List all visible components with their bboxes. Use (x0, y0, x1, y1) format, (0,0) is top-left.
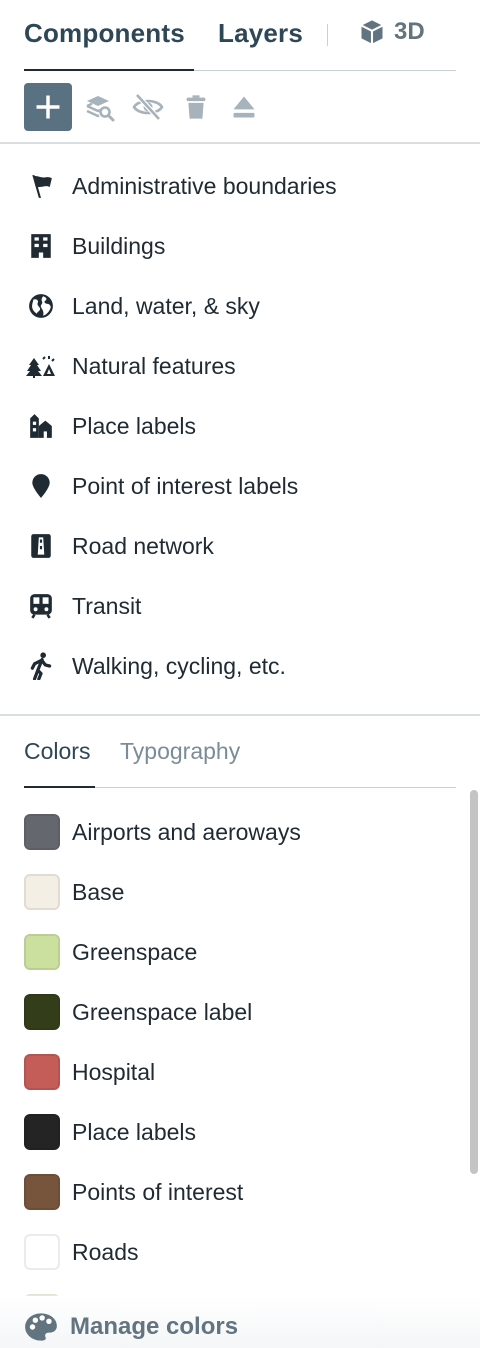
hide-button[interactable] (128, 87, 168, 127)
tab-layers[interactable]: Layers (218, 18, 303, 49)
color-swatch[interactable] (24, 874, 60, 910)
trash-icon (186, 95, 206, 119)
palette-icon (25, 1313, 57, 1341)
scrollbar-thumb[interactable] (470, 790, 478, 1174)
component-label: Place labels (72, 412, 197, 439)
color-label: Base (72, 878, 125, 905)
component-item-poi-labels[interactable]: Point of interest labels (24, 456, 456, 516)
component-label: Point of interest labels (72, 472, 299, 499)
style-tabs: Colors Typography (24, 736, 456, 790)
component-item-walking-cycling[interactable]: Walking, cycling, etc. (24, 636, 456, 696)
color-label: Points of interest (72, 1178, 244, 1205)
color-item-airports[interactable]: Airports and aeroways (24, 802, 444, 862)
header-tabs: Components Layers 3D (24, 0, 456, 72)
color-item-hospital[interactable]: Hospital (24, 1042, 444, 1102)
tab-typography[interactable]: Typography (120, 738, 240, 765)
color-label: Hospital (72, 1058, 156, 1085)
component-label: Land, water, & sky (72, 292, 260, 319)
component-item-admin-boundaries[interactable]: Administrative boundaries (24, 156, 456, 216)
pedestrian-icon (24, 649, 58, 683)
color-swatch[interactable] (24, 934, 60, 970)
color-label: Roads (72, 1238, 139, 1265)
tab-3d[interactable]: 3D (358, 18, 425, 46)
building-icon (24, 229, 58, 263)
manage-colors-label: Manage colors (70, 1313, 239, 1340)
color-swatch[interactable] (24, 814, 60, 850)
pin-icon (24, 469, 58, 503)
tab-3d-label: 3D (394, 18, 425, 45)
eject-icon (233, 96, 255, 118)
color-swatch[interactable] (24, 1234, 60, 1270)
section-divider (0, 142, 480, 144)
color-swatch[interactable] (24, 1114, 60, 1150)
cube-icon (361, 20, 383, 44)
color-item-points-of-interest[interactable]: Points of interest (24, 1162, 444, 1222)
color-swatch[interactable] (24, 994, 60, 1030)
component-item-road-network[interactable]: Road network (24, 516, 456, 576)
road-icon (24, 529, 58, 563)
color-item-roads[interactable]: Roads (24, 1222, 444, 1282)
color-label: Place labels (72, 1118, 197, 1145)
color-swatch[interactable] (24, 1174, 60, 1210)
eye-off-icon (132, 93, 164, 121)
tab-components[interactable]: Components (24, 18, 185, 49)
layers-search-icon (86, 96, 115, 122)
town-icon (24, 409, 58, 443)
component-label: Road network (72, 532, 214, 559)
components-list: Administrative boundaries Buildings Land… (24, 156, 456, 696)
tab-colors[interactable]: Colors (24, 738, 90, 765)
color-item-greenspace[interactable]: Greenspace (24, 922, 444, 982)
trees-mountain-icon (24, 349, 58, 383)
inspect-layers-button[interactable] (80, 87, 120, 127)
component-label: Transit (72, 592, 142, 619)
colors-scroll-area[interactable]: Airports and aeroways Base Greenspace Gr… (0, 792, 480, 1298)
flag-icon (24, 169, 58, 203)
component-item-place-labels[interactable]: Place labels (24, 396, 456, 456)
component-item-buildings[interactable]: Buildings (24, 216, 456, 276)
plus-icon (36, 95, 60, 119)
tab-separator (327, 24, 328, 46)
section-divider (0, 714, 480, 716)
color-label: Greenspace (72, 938, 198, 965)
colors-scrollbar[interactable] (468, 790, 480, 1298)
color-label: Greenspace label (72, 998, 253, 1025)
components-toolbar (24, 83, 264, 131)
component-item-natural-features[interactable]: Natural features (24, 336, 456, 396)
color-item-base[interactable]: Base (24, 862, 444, 922)
component-label: Administrative boundaries (72, 172, 337, 199)
colors-list: Airports and aeroways Base Greenspace Gr… (24, 802, 444, 1298)
component-item-transit[interactable]: Transit (24, 576, 456, 636)
component-label: Natural features (72, 352, 236, 379)
color-swatch[interactable] (24, 1054, 60, 1090)
globe-icon (24, 289, 58, 323)
manage-colors-button[interactable]: Manage colors (24, 1312, 238, 1342)
color-item-greenspace-label[interactable]: Greenspace label (24, 982, 444, 1042)
add-component-button[interactable] (24, 83, 72, 131)
footer: Manage colors (0, 1296, 480, 1348)
train-icon (24, 589, 58, 623)
component-item-land-water-sky[interactable]: Land, water, & sky (24, 276, 456, 336)
color-item-place-labels[interactable]: Place labels (24, 1102, 444, 1162)
component-label: Buildings (72, 232, 166, 259)
eject-button[interactable] (224, 87, 264, 127)
tab-active-indicator (24, 69, 194, 71)
style-tab-active-indicator (24, 786, 95, 788)
color-label: Airports and aeroways (72, 818, 301, 845)
component-label: Walking, cycling, etc. (72, 652, 286, 679)
delete-button[interactable] (176, 87, 216, 127)
